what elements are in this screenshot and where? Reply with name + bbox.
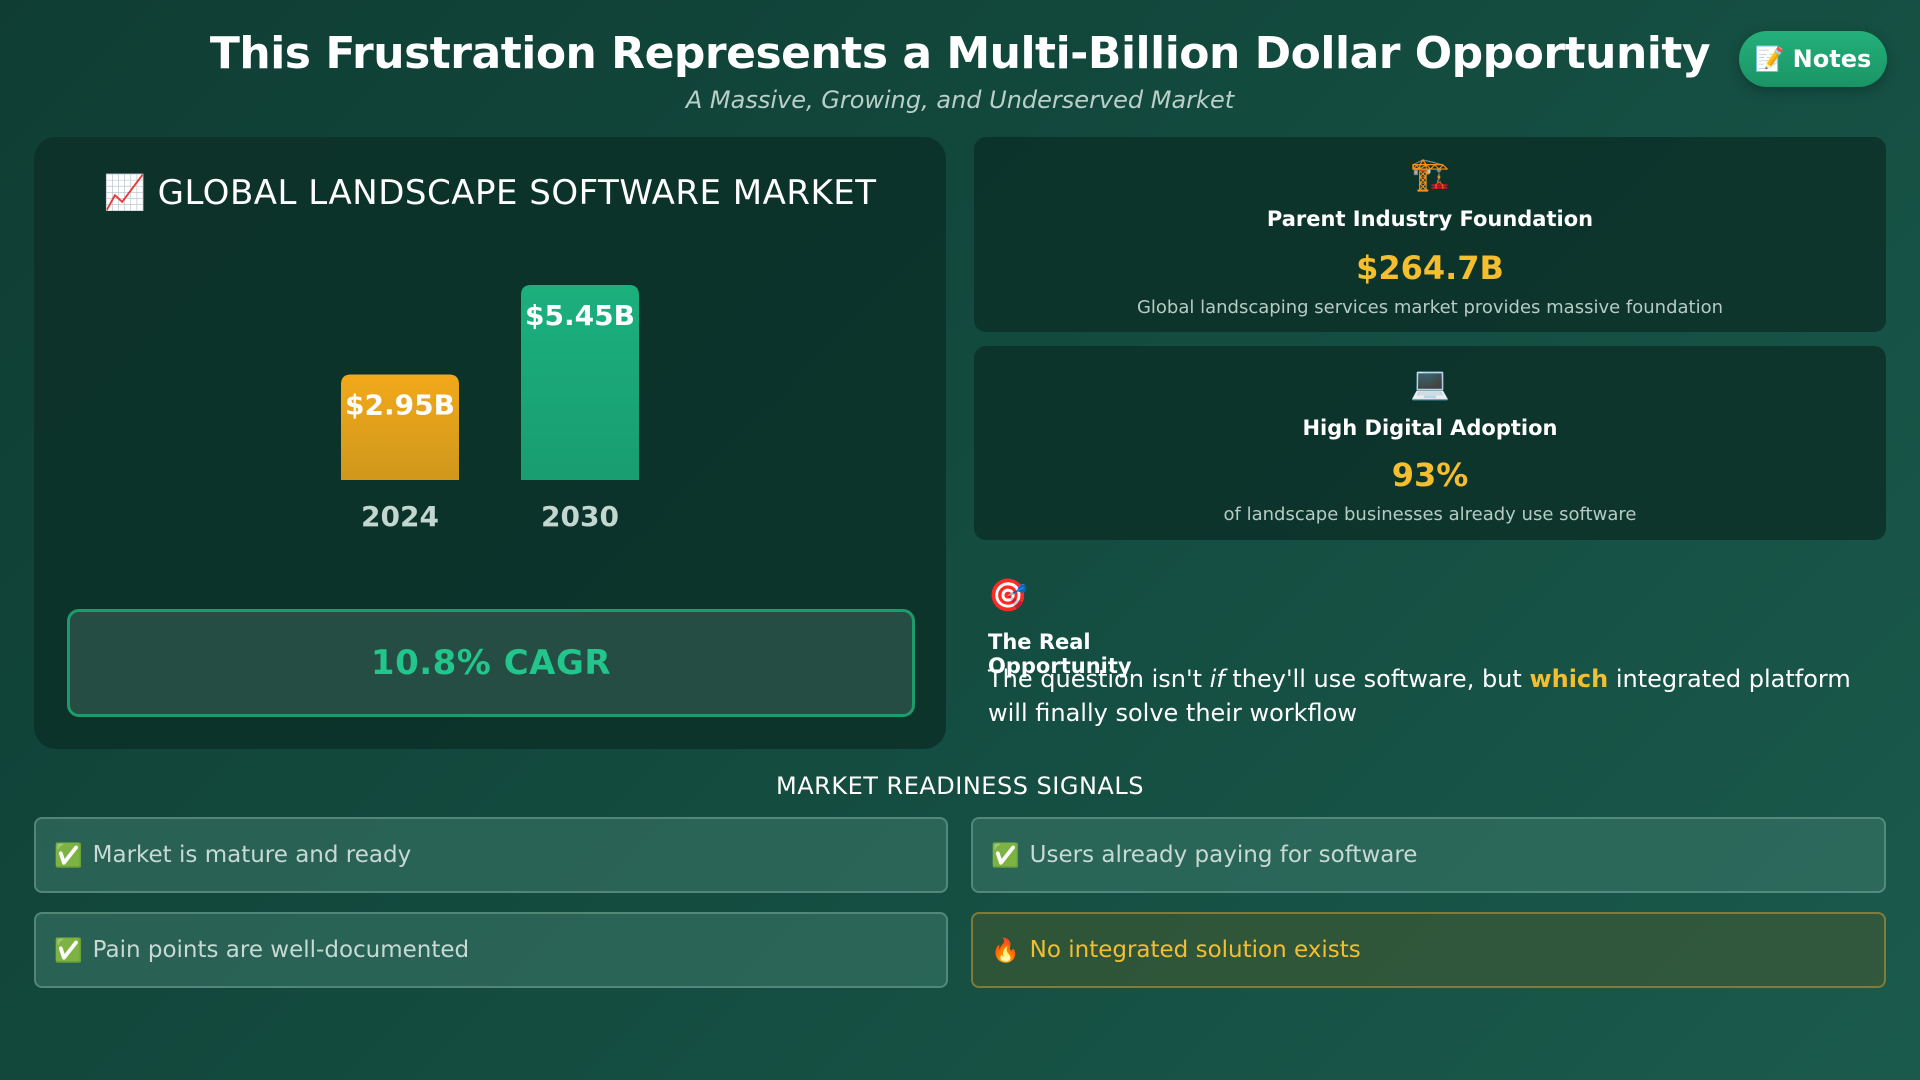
signal-item: ✅ Market is mature and ready: [34, 817, 948, 893]
digital-adoption-card: 💻 High Digital Adoption 93% of landscape…: [974, 346, 1886, 540]
bar-data-label: $2.95B: [345, 388, 455, 421]
opportunity-text: The question isn't if they'll use softwa…: [988, 665, 1851, 727]
signal-item: ✅ Pain points are well-documented: [34, 912, 948, 988]
memo-icon: 📝: [1754, 45, 1785, 73]
slide-header: This Frustration Represents a Multi-Bill…: [0, 0, 1920, 125]
signal-label: Users already paying for software: [1029, 842, 1418, 868]
check-icon: ✅: [991, 842, 1020, 869]
card-value: 93%: [1391, 456, 1469, 494]
check-icon: ✅: [54, 937, 83, 964]
card-heading: High Digital Adoption: [1302, 416, 1558, 440]
fire-icon: 🔥: [991, 937, 1020, 964]
check-icon: ✅: [54, 842, 83, 869]
notes-button-label: Notes: [1792, 45, 1872, 73]
signal-item: ✅ Users already paying for software: [971, 817, 1886, 893]
card-description: Global landscaping services market provi…: [1136, 297, 1724, 318]
slide-subtitle: A Massive, Growing, and Underserved Mark…: [685, 86, 1235, 114]
x-tick-label: 2024: [361, 500, 439, 533]
crane-icon: 🏗️: [1410, 155, 1450, 193]
signals-title: MARKET READINESS SIGNALS: [776, 772, 1144, 800]
card-value: $264.7B: [1356, 249, 1504, 287]
signal-label: Market is mature and ready: [92, 842, 412, 868]
signal-label: No integrated solution exists: [1029, 937, 1361, 963]
signal-item-highlight: 🔥 No integrated solution exists: [971, 912, 1886, 988]
notes-button[interactable]: 📝 Notes: [1739, 31, 1887, 87]
laptop-icon: 💻: [1410, 364, 1450, 402]
signal-label: Pain points are well-documented: [92, 937, 470, 963]
market-chart-panel: 📈 GLOBAL LANDSCAPE SOFTWARE MARKET $2.95…: [34, 137, 946, 749]
target-icon: 🎯: [988, 576, 1028, 614]
bar-chart: $2.95B 2024 $5.45B 2030: [341, 285, 639, 533]
slide-title: This Frustration Represents a Multi-Bill…: [209, 28, 1711, 79]
cagr-box: 10.8% CAGR: [67, 609, 915, 717]
card-description: of landscape businesses already use soft…: [1223, 504, 1637, 525]
bar-data-label: $5.45B: [525, 299, 635, 332]
parent-industry-card: 🏗️ Parent Industry Foundation $264.7B Gl…: [974, 137, 1886, 332]
card-heading: Parent Industry Foundation: [1266, 207, 1594, 231]
x-tick-label: 2030: [541, 500, 619, 533]
